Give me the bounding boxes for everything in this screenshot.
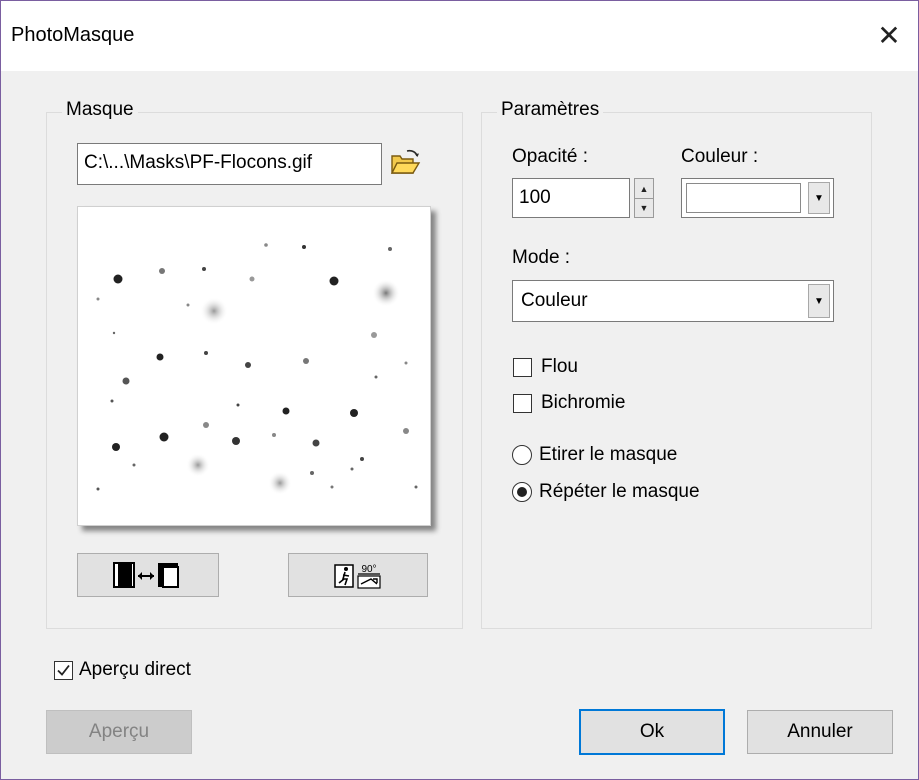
opacite-label: Opacité : bbox=[512, 146, 589, 167]
flou-checkbox[interactable] bbox=[513, 358, 532, 377]
chevron-down-icon[interactable]: ▼ bbox=[808, 284, 830, 318]
rotate-90-icon: 90° bbox=[334, 564, 381, 589]
chevron-down-icon[interactable]: ▼ bbox=[808, 182, 830, 214]
mask-file-path-field[interactable]: C:\...\Masks\PF-Flocons.gif bbox=[77, 143, 382, 185]
ok-button[interactable]: Ok bbox=[579, 709, 725, 755]
bichromie-label[interactable]: Bichromie bbox=[541, 392, 625, 414]
etirer-radio[interactable] bbox=[512, 445, 532, 465]
bichromie-checkbox[interactable] bbox=[513, 394, 532, 413]
repeter-label[interactable]: Répéter le masque bbox=[539, 481, 700, 503]
mode-dropdown[interactable]: Couleur ▼ bbox=[512, 280, 834, 322]
opacite-input[interactable]: 100 bbox=[512, 178, 630, 218]
spin-down-icon[interactable]: ▼ bbox=[635, 198, 653, 217]
svg-text:90°: 90° bbox=[361, 564, 376, 575]
snowflake-mask-image bbox=[96, 243, 418, 495]
mode-selected-value: Couleur bbox=[521, 290, 588, 311]
flou-label[interactable]: Flou bbox=[541, 356, 578, 378]
radio-selected-dot bbox=[517, 487, 527, 497]
invert-mask-button[interactable] bbox=[77, 553, 219, 597]
apercu-button[interactable]: Aperçu bbox=[46, 710, 192, 754]
photomasque-dialog: PhotoMasque ✕ Masque C:\...\Masks\PF-Flo… bbox=[0, 0, 919, 780]
invert-mask-icon bbox=[113, 562, 179, 588]
repeter-radio[interactable] bbox=[512, 482, 532, 502]
masque-legend: Masque bbox=[62, 99, 138, 121]
mask-preview bbox=[77, 206, 431, 526]
parametres-legend: Paramètres bbox=[497, 99, 604, 121]
couleur-swatch bbox=[686, 183, 801, 213]
etirer-label[interactable]: Etirer le masque bbox=[539, 444, 677, 466]
mode-label: Mode : bbox=[512, 247, 571, 268]
couleur-label: Couleur : bbox=[681, 146, 759, 167]
opacite-spinner[interactable]: ▲ ▼ bbox=[634, 178, 654, 218]
spin-up-icon[interactable]: ▲ bbox=[635, 179, 653, 198]
checkmark-icon bbox=[57, 664, 70, 676]
close-button[interactable]: ✕ bbox=[869, 19, 909, 53]
rotate-90-button[interactable]: 90° bbox=[288, 553, 428, 597]
annuler-button[interactable]: Annuler bbox=[747, 710, 893, 754]
apercu-direct-checkbox[interactable] bbox=[54, 661, 73, 680]
couleur-dropdown[interactable]: ▼ bbox=[681, 178, 834, 218]
apercu-direct-label[interactable]: Aperçu direct bbox=[79, 659, 191, 681]
title-bar: PhotoMasque ✕ bbox=[1, 1, 918, 71]
folder-open-icon[interactable] bbox=[389, 147, 421, 179]
window-title: PhotoMasque bbox=[11, 24, 135, 46]
